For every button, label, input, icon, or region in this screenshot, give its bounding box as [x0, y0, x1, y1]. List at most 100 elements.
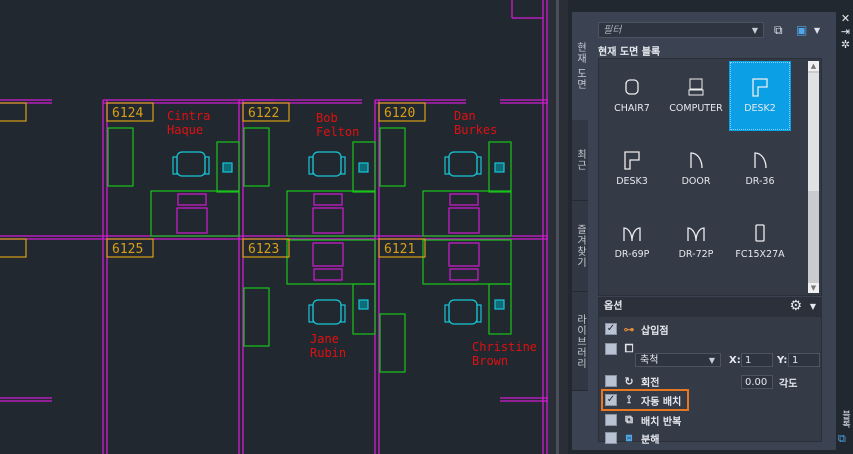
section-title: 현재 도면 블록: [598, 47, 661, 58]
option-auto-placement[interactable]: ✓ ⟟ 자동 배치: [605, 392, 681, 408]
door-icon: [754, 152, 767, 169]
rotation-checkbox[interactable]: [605, 375, 617, 387]
occupant-name: Felton: [316, 125, 359, 139]
room-number: 6123: [248, 242, 279, 257]
occupant-name: Burkes: [454, 123, 497, 137]
cubicle: [243, 127, 376, 237]
auto-hide-icon[interactable]: ⇥: [838, 25, 853, 38]
repeat-placement-checkbox[interactable]: [605, 414, 617, 426]
thumbnail-view-icon[interactable]: ▣: [796, 23, 807, 37]
explode-label: 분해: [641, 434, 660, 446]
main-desk: [150, 190, 240, 237]
scale-checkbox[interactable]: [605, 343, 617, 355]
monitor-icon: [176, 207, 208, 234]
explode-checkbox[interactable]: [605, 432, 617, 444]
side-desk: [243, 287, 270, 347]
occupant-name: Christine: [472, 340, 537, 354]
chair-icon: [625, 79, 639, 95]
block-door[interactable]: DOOR: [665, 134, 727, 204]
option-rotation[interactable]: ↻ 회전: [605, 373, 659, 389]
scale-x-input[interactable]: 1: [741, 353, 773, 367]
cubicle: [107, 127, 240, 237]
block-fc15x27a[interactable]: FC15X27A: [729, 207, 791, 277]
room-number: 6121: [384, 242, 415, 257]
browse-library-icon[interactable]: ⧉: [774, 23, 783, 38]
room-number: 6122: [248, 106, 279, 121]
option-repeat-placement[interactable]: ⧉ 배치 반복: [605, 412, 681, 428]
side-desk: [107, 127, 134, 187]
explode-icon: ⧈: [625, 431, 633, 444]
block-desk2[interactable]: DESK2: [729, 61, 791, 131]
occupant-name: Haque: [167, 123, 203, 137]
computer-icon: [177, 193, 207, 206]
chevron-down-icon[interactable]: ▼: [810, 297, 816, 316]
block-dr-36[interactable]: DR-36: [729, 134, 791, 204]
chevron-down-icon[interactable]: ▼: [752, 23, 758, 39]
angle-input[interactable]: 0.00: [741, 375, 773, 389]
scale-y-input[interactable]: 1: [788, 353, 820, 367]
auto-placement-icon: ⟟: [626, 393, 632, 406]
blocks-palette: 현재 도면 최근 즐겨찾기 라이브러리 필터 ▼ ⧉ ▣ ▼ 현재 도면 블록 ▲…: [572, 12, 836, 450]
option-explode[interactable]: ⧈ 분해: [605, 430, 659, 446]
block-label: DESK2: [744, 103, 776, 114]
cabinet-icon: [755, 224, 765, 242]
option-insertion-point[interactable]: ✓ ⊶ 삽입점: [605, 321, 669, 337]
computer-icon: [688, 78, 704, 96]
occupant-name: Bob: [316, 111, 338, 125]
block-dr-69p[interactable]: DR-69P: [601, 207, 663, 277]
room-number: 6125: [112, 242, 143, 257]
palette-title: 블록: [840, 410, 850, 428]
block-desk3[interactable]: DESK3: [601, 134, 663, 204]
phone-icon: [358, 299, 369, 310]
auto-placement-checkbox[interactable]: ✓: [605, 394, 617, 406]
insertion-point-label: 삽입점: [641, 325, 669, 337]
scale-mode-value: 축척: [640, 355, 659, 366]
grid-scrollbar[interactable]: ▲ ▼: [808, 61, 819, 293]
tab-favorites[interactable]: 즐겨찾기: [572, 201, 588, 292]
drawing-canvas[interactable]: 26 27 6124 6125 6122 6123 6120 6121 CintraHaque B…: [0, 0, 560, 454]
room-number-box: [0, 102, 27, 122]
filter-input[interactable]: 필터 ▼: [598, 22, 764, 38]
options-title: 옵션: [604, 301, 623, 312]
computer-icon: [313, 268, 343, 281]
chair-icon: [312, 151, 342, 177]
rotate-icon: ↻: [624, 374, 634, 388]
phone-icon: [222, 162, 233, 173]
block-label: COMPUTER: [669, 103, 723, 114]
viewport-scrollbar[interactable]: [556, 0, 559, 454]
gear-icon[interactable]: ⚙: [789, 297, 802, 316]
scale-mode-select[interactable]: 축척 ▼: [635, 353, 721, 367]
chair-icon: [448, 151, 478, 177]
tab-recent[interactable]: 최근: [572, 120, 588, 201]
block-label: DR-72P: [678, 249, 714, 260]
chevron-down-icon[interactable]: ▼: [709, 354, 715, 368]
options-header[interactable]: 옵션 ⚙ ▼: [598, 297, 822, 316]
monitor-icon: [312, 207, 344, 234]
phone-icon: [494, 299, 505, 310]
monitor-icon: [448, 207, 480, 234]
filter-placeholder: 필터: [603, 25, 622, 36]
x-label: X:: [729, 355, 741, 366]
block-label: DR-69P: [614, 249, 650, 260]
desk-icon: [752, 78, 768, 97]
close-icon[interactable]: ✕: [838, 12, 853, 25]
computer-icon: [313, 193, 343, 206]
properties-icon[interactable]: ✲: [838, 38, 853, 51]
cubicle: [379, 127, 512, 237]
angle-label: 각도: [779, 379, 798, 390]
block-chair7[interactable]: CHAIR7: [601, 61, 663, 131]
tab-current-drawing[interactable]: 현재 도면: [572, 12, 588, 120]
phone-icon: [494, 162, 505, 173]
view-dropdown-icon[interactable]: ▼: [814, 26, 820, 35]
main-desk: [286, 190, 376, 237]
block-computer[interactable]: COMPUTER: [665, 61, 727, 131]
tab-libraries[interactable]: 라이브러리: [572, 292, 588, 391]
computer-icon: [449, 193, 479, 206]
scroll-thumb[interactable]: [808, 73, 819, 191]
scroll-down-icon[interactable]: ▼: [808, 283, 819, 293]
chair-icon: [448, 299, 478, 325]
room-number: 6124: [112, 106, 143, 121]
scroll-up-icon[interactable]: ▲: [808, 61, 819, 71]
block-dr-72p[interactable]: DR-72P: [665, 207, 727, 277]
insertion-point-checkbox[interactable]: ✓: [605, 323, 617, 335]
